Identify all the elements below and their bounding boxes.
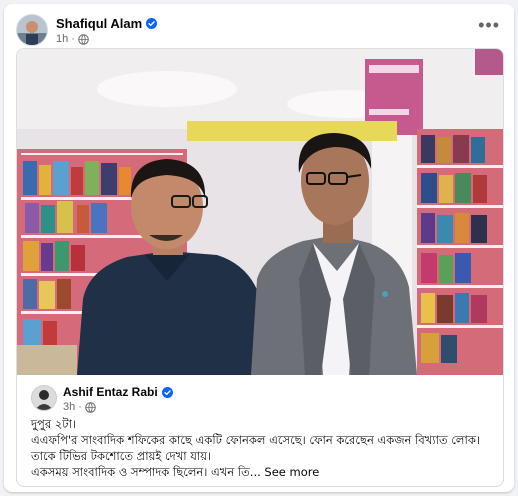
author-avatar[interactable] <box>16 14 48 46</box>
post-timestamp[interactable]: 1h <box>56 33 68 45</box>
post-text-truncated: একসময় সাংবাদিক ও সম্পাদক ছিলেন। এখন তি.… <box>31 465 261 479</box>
post-header: Shafiqul Alam 1h · ••• <box>16 14 502 50</box>
meta-separator: · <box>71 33 75 45</box>
public-globe-icon <box>78 33 89 45</box>
post-photo[interactable] <box>17 49 503 375</box>
author-name[interactable]: Shafiqul Alam <box>56 16 142 31</box>
shared-post-text: দুপুর ২টা। এএফপি'র সাংবাদিক শফিকের কাছে … <box>31 416 495 480</box>
see-more-link[interactable]: See more <box>264 465 319 479</box>
feed-post: Shafiqul Alam 1h · ••• Ashif Entaz Rabi … <box>4 4 514 492</box>
verified-badge-icon <box>161 386 173 398</box>
post-text-line: এএফপি'র সাংবাদিক শফিকের কাছে একটি ফোনকল … <box>31 433 480 447</box>
more-options-icon[interactable]: ••• <box>478 16 500 34</box>
shared-post-body: Ashif Entaz Rabi 3h · দুপুর ২টা। এএফপি'র… <box>17 375 503 486</box>
post-text-line-last: একসময় সাংবাদিক ও সম্পাদক ছিলেন। এখন তি.… <box>31 464 495 480</box>
shared-post[interactable]: Ashif Entaz Rabi 3h · দুপুর ২টা। এএফপি'র… <box>16 48 504 487</box>
post-text-line: দুপুর ২টা। <box>31 417 77 431</box>
shared-author-avatar[interactable] <box>31 385 57 411</box>
shared-author-name[interactable]: Ashif Entaz Rabi <box>63 385 158 399</box>
verified-badge-icon <box>146 18 158 29</box>
meta-separator: · <box>78 401 82 413</box>
public-globe-icon <box>85 401 96 413</box>
post-text-line: তাকে টিভির টকশোতে প্রায়ই দেখা যায়। <box>31 449 212 463</box>
shared-post-timestamp[interactable]: 3h <box>63 401 75 413</box>
